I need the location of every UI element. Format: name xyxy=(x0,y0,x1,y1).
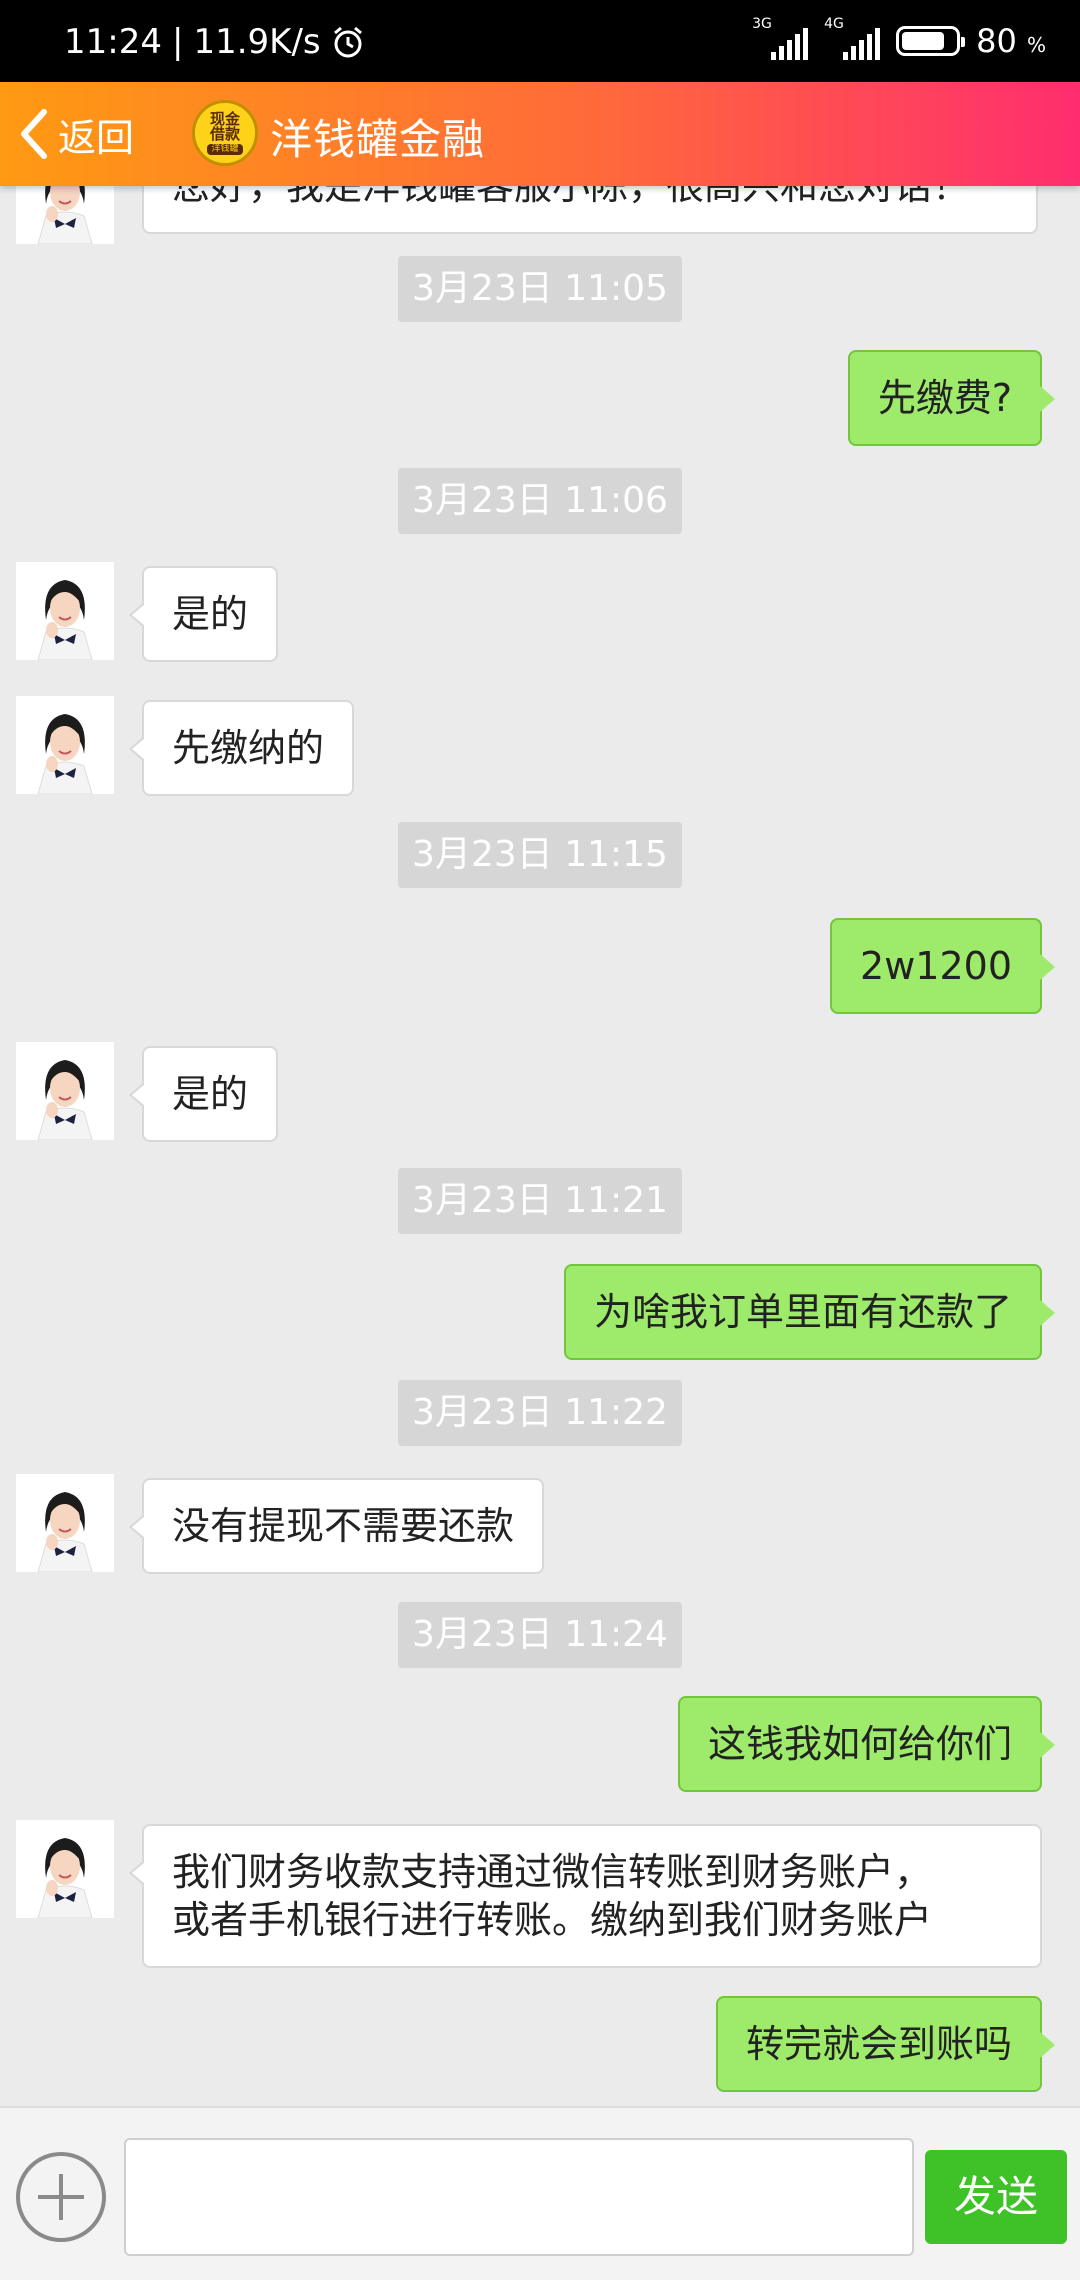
message-text: 先缴纳的 xyxy=(172,726,325,770)
alarm-icon xyxy=(333,26,362,58)
timestamp: 3月23日 11:06 xyxy=(398,468,682,534)
message-text: 转完就会到账吗 xyxy=(745,2022,1012,2066)
message-text: 是的 xyxy=(172,592,249,636)
message-text: 先缴费? xyxy=(877,376,1012,420)
battery-icon xyxy=(896,26,966,56)
network-speed: 11.9K/s xyxy=(193,22,321,62)
status-bar: 11:24 | 11.9K/s 3G 4G 80 % xyxy=(0,0,1080,82)
message-agent: 您好，我是洋钱罐客服小陈，很高兴和您对话！ xyxy=(142,186,1038,234)
message-text: 为啥我订单里面有还款了 xyxy=(593,1290,1012,1334)
chat-title: 洋钱罐金融 xyxy=(270,115,486,164)
status-separator: | xyxy=(171,22,184,62)
status-left: 11:24 | 11.9K/s xyxy=(64,22,365,62)
timestamp: 3月23日 11:21 xyxy=(398,1168,682,1234)
message-self: 这钱我如何给你们 xyxy=(677,1696,1056,1792)
signal-4g-tag: 4G xyxy=(824,16,844,32)
agent-avatar[interactable] xyxy=(16,696,114,794)
chevron-left-icon xyxy=(21,109,47,159)
message-text: 是的 xyxy=(172,1072,249,1116)
message-agent: 是的 xyxy=(128,1046,279,1142)
timestamp: 3月23日 11:24 xyxy=(398,1602,682,1668)
agent-avatar[interactable] xyxy=(16,186,114,244)
signal-3g-icon: 3G xyxy=(752,16,809,60)
message-agent: 没有提现不需要还款 xyxy=(128,1478,545,1574)
chat-messages[interactable]: 您好，我是洋钱罐客服小陈，很高兴和您对话！ 3月23日 11:05 先缴费? 3… xyxy=(0,186,1080,2106)
message-text: 没有提现不需要还款 xyxy=(172,1504,515,1548)
message-agent: 我们财务收款支持通过微信转账到财务账户， 或者手机银行进行转账。缴纳到我们财务账… xyxy=(129,1824,1042,1968)
message-text: 这钱我如何给你们 xyxy=(707,1722,1012,1766)
message-text: 2w1200 xyxy=(860,944,1012,988)
logo-text-2: 借款 xyxy=(209,124,240,143)
battery-fill xyxy=(902,32,944,50)
status-time: 11:24 xyxy=(64,22,162,62)
logo-subtext: 洋钱罐 xyxy=(207,143,243,155)
message-agent: 是的 xyxy=(128,566,279,662)
message-self: 2w1200 xyxy=(830,918,1055,1014)
message-self: 先缴费? xyxy=(847,350,1056,446)
agent-avatar[interactable] xyxy=(16,1474,114,1572)
message-text-line: 或者手机银行进行转账。缴纳到我们财务账户 xyxy=(172,1898,933,1942)
signal-3g-tag: 3G xyxy=(752,16,772,32)
add-attachment-button[interactable] xyxy=(16,2152,106,2242)
timestamp: 3月23日 11:05 xyxy=(398,256,682,322)
send-button[interactable]: 发送 xyxy=(925,2150,1067,2244)
message-agent: 先缴纳的 xyxy=(128,700,355,796)
signal-4g-icon: 4G xyxy=(824,16,881,60)
agent-avatar[interactable] xyxy=(16,1042,114,1140)
status-right: 3G 4G 80 % xyxy=(752,16,1046,60)
agent-avatar[interactable] xyxy=(16,1820,114,1918)
message-text-line: 我们财务收款支持通过微信转账到财务账户， xyxy=(172,1850,933,1894)
timestamp: 3月23日 11:15 xyxy=(398,822,682,888)
back-button[interactable]: 返回 xyxy=(14,102,134,166)
back-label: 返回 xyxy=(58,115,135,160)
app-logo: 现金 借款 洋钱罐 xyxy=(192,100,258,166)
input-bar: 发送 xyxy=(0,2106,1080,2280)
message-self: 转完就会到账吗 xyxy=(715,1996,1056,2092)
agent-avatar[interactable] xyxy=(16,562,114,660)
message-text: 您好，我是洋钱罐客服小陈，很高兴和您对话！ xyxy=(172,186,971,208)
timestamp: 3月23日 11:22 xyxy=(398,1380,682,1446)
message-input[interactable] xyxy=(124,2138,914,2256)
battery-percent: 80 % xyxy=(976,22,1046,60)
message-self: 为啥我订单里面有还款了 xyxy=(563,1264,1056,1360)
chat-header: 返回 现金 借款 洋钱罐 洋钱罐金融 xyxy=(0,82,1080,186)
